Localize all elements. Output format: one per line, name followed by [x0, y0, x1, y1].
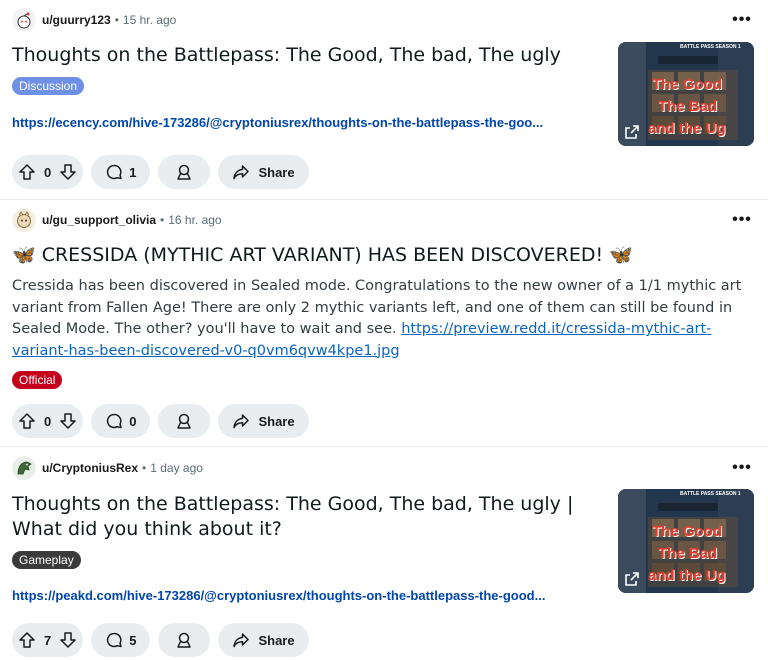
share-label: Share	[258, 632, 295, 648]
post-link[interactable]: https://ecency.com/hive-173286/@cryptoni…	[12, 115, 607, 130]
share-button[interactable]: Share	[218, 623, 309, 657]
post-card[interactable]: u/gu_support_olivia • 16 hr. ago ••• 🦋 C…	[0, 200, 768, 446]
downvote-icon[interactable]	[59, 163, 77, 181]
username[interactable]: u/gu_support_olivia	[42, 213, 156, 227]
upvote-icon[interactable]	[18, 631, 36, 649]
post-card[interactable]: u/CryptoniusRex • 1 day ago ••• Thoughts…	[0, 447, 768, 660]
external-link-icon	[625, 125, 639, 139]
meta-separator: •	[114, 13, 119, 27]
post-card[interactable]: u/guurry123 • 15 hr. ago ••• Thoughts on…	[0, 0, 768, 200]
post-title[interactable]: Thoughts on the Battlepass: The Good, Th…	[12, 43, 612, 67]
post-time: 15 hr. ago	[122, 13, 177, 27]
share-icon	[233, 633, 250, 648]
meta-separator: •	[160, 213, 165, 227]
username[interactable]: u/guurry123	[42, 13, 111, 27]
downvote-icon[interactable]	[59, 412, 77, 430]
post-body: Cressida has been discovered in Sealed m…	[12, 276, 752, 362]
thumbnail-text: The Bad	[658, 98, 718, 115]
post-meta: u/gu_support_olivia • 16 hr. ago	[12, 208, 222, 232]
share-icon	[233, 414, 250, 429]
user-avatar-icon[interactable]	[12, 208, 36, 232]
downvote-icon[interactable]	[59, 631, 77, 649]
thumbnail-text: and the Ug	[648, 120, 726, 137]
thumbnail-text: and the Ug	[648, 567, 726, 584]
post-time: 1 day ago	[150, 461, 203, 475]
overflow-menu-icon[interactable]: •••	[730, 208, 754, 232]
post-actions: 7 5 Share	[12, 623, 309, 657]
award-icon	[177, 413, 192, 429]
share-button[interactable]: Share	[218, 155, 309, 189]
meta-separator: •	[142, 461, 147, 475]
award-icon	[177, 632, 192, 648]
comments-button[interactable]: 1	[91, 155, 151, 189]
award-button[interactable]	[158, 155, 211, 189]
comment-count: 0	[129, 413, 137, 429]
comment-icon	[107, 632, 122, 648]
vote-control: 0	[12, 155, 84, 189]
user-avatar-icon[interactable]	[12, 8, 36, 32]
vote-control: 7	[12, 623, 84, 657]
share-button[interactable]: Share	[218, 404, 309, 438]
vote-count: 0	[44, 164, 52, 180]
comment-icon	[107, 413, 122, 429]
share-label: Share	[258, 413, 295, 429]
post-flair[interactable]: Gameplay	[12, 551, 81, 569]
post-flair[interactable]: Discussion	[12, 77, 85, 95]
post-title[interactable]: Thoughts on the Battlepass: The Good, Th…	[12, 492, 612, 542]
comments-button[interactable]: 5	[91, 623, 151, 657]
award-icon	[177, 164, 192, 180]
user-avatar-icon[interactable]	[12, 456, 36, 480]
post-meta: u/CryptoniusRex • 1 day ago	[12, 456, 203, 480]
comment-count: 1	[129, 164, 137, 180]
post-title[interactable]: 🦋 CRESSIDA (MYTHIC ART VARIANT) HAS BEEN…	[12, 243, 752, 267]
post-meta: u/guurry123 • 15 hr. ago	[12, 8, 176, 32]
vote-control: 0	[12, 404, 84, 438]
post-actions: 0 1 Share	[12, 155, 309, 189]
post-time: 16 hr. ago	[168, 213, 222, 227]
thumbnail-text: The Good	[652, 523, 722, 540]
thumbnail-banner: BATTLE PASS SEASON 1	[680, 44, 741, 50]
award-button[interactable]	[158, 623, 211, 657]
external-link-icon	[625, 572, 639, 586]
overflow-menu-icon[interactable]: •••	[730, 8, 754, 32]
vote-count: 7	[44, 632, 52, 648]
award-button[interactable]	[158, 404, 211, 438]
post-thumbnail[interactable]: BATTLE PASS SEASON 1 The Good The Bad an…	[618, 489, 754, 593]
thumbnail-text: The Bad	[658, 545, 718, 562]
post-flair[interactable]: Official	[12, 371, 63, 389]
thumbnail-text: The Good	[652, 76, 722, 93]
comment-icon	[107, 164, 122, 180]
post-link[interactable]: https://peakd.com/hive-173286/@cryptoniu…	[12, 588, 607, 603]
share-label: Share	[258, 164, 295, 180]
upvote-icon[interactable]	[18, 412, 36, 430]
overflow-menu-icon[interactable]: •••	[730, 456, 754, 480]
comments-button[interactable]: 0	[91, 404, 151, 438]
post-thumbnail[interactable]: BATTLE PASS SEASON 1 The Good The Bad an…	[618, 42, 754, 146]
share-icon	[233, 165, 250, 180]
post-actions: 0 0 Share	[12, 404, 309, 438]
upvote-icon[interactable]	[18, 163, 36, 181]
vote-count: 0	[44, 413, 52, 429]
comment-count: 5	[129, 632, 137, 648]
thumbnail-banner: BATTLE PASS SEASON 1	[680, 491, 741, 497]
username[interactable]: u/CryptoniusRex	[42, 461, 138, 475]
